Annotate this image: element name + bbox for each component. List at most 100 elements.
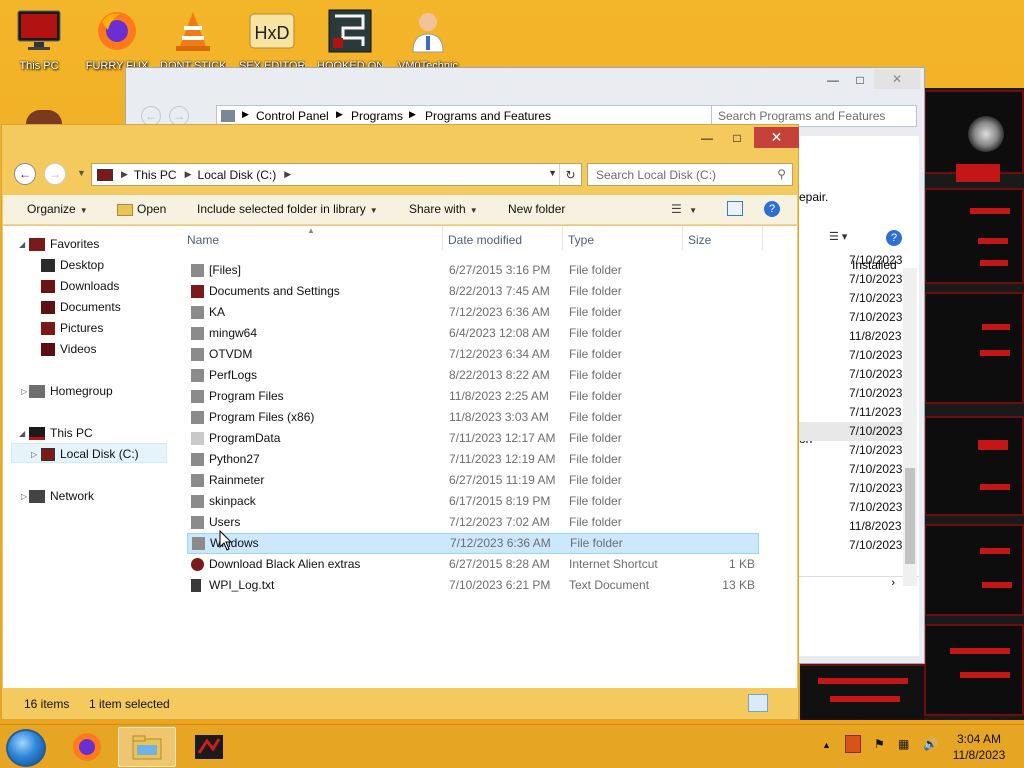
list-item[interactable]: 7/11/2023 xyxy=(799,403,916,422)
table-row[interactable]: KA 7/12/2023 6:36 AM File folder xyxy=(187,302,759,323)
desktop-icon-sex-editor[interactable]: HxD SEX EDITOR xyxy=(239,6,305,72)
table-row[interactable]: Rainmeter 6/27/2015 11:19 AM File folder xyxy=(187,470,759,491)
list-item[interactable]: 7/10/2023 xyxy=(799,365,916,384)
file-explorer-window[interactable]: — □ ✕ ← → ▼ ▶ This PC ▶ Local Disk (C:) … xyxy=(1,124,799,720)
taskbar-control-panel[interactable] xyxy=(180,727,238,767)
nav-network[interactable]: Network xyxy=(29,486,94,506)
refresh-icon[interactable]: ↻ xyxy=(559,164,581,185)
details-view-button[interactable] xyxy=(748,694,768,712)
column-header-type[interactable]: Type xyxy=(568,233,594,247)
table-row[interactable]: ProgramData 7/11/2023 12:17 AM File folder xyxy=(187,428,759,449)
new-folder-button[interactable]: New folder xyxy=(508,202,565,216)
table-row[interactable]: Documents and Settings 8/22/2013 7:45 AM F… xyxy=(187,281,759,302)
address-dropdown-chevron-icon[interactable]: ▼ xyxy=(548,168,557,178)
nav-pictures[interactable]: Pictures xyxy=(41,318,103,338)
view-options-icon[interactable]: ☰ ▾ xyxy=(829,230,847,243)
table-row[interactable]: mingw64 6/4/2023 12:08 AM File folder xyxy=(187,323,759,344)
large-icons-view-button[interactable] xyxy=(771,694,791,712)
list-item[interactable]: 7/10/2023 xyxy=(799,384,916,403)
change-view-icon[interactable]: ☰ ▼ xyxy=(671,202,697,216)
desktop-icon-vm0technic[interactable]: VM0Technic xyxy=(395,6,461,72)
open-button[interactable]: Open xyxy=(117,202,166,216)
list-item[interactable]: 11/8/2023 xyxy=(799,517,916,536)
nav-documents[interactable]: Documents xyxy=(41,297,121,317)
breadcrumb-programs-and-features[interactable]: Programs and Features xyxy=(425,109,551,123)
preview-pane-icon[interactable] xyxy=(727,201,743,216)
nav-desktop[interactable]: Desktop xyxy=(41,255,104,275)
organize-button[interactable]: Organize ▼ xyxy=(27,202,88,216)
close-button[interactable]: ✕ xyxy=(754,127,799,148)
column-header-size[interactable]: Size xyxy=(688,233,711,247)
desktop-icon-furry-fux[interactable]: FURRY FUX xyxy=(84,6,150,72)
forward-button[interactable]: → xyxy=(169,106,189,126)
forward-button[interactable]: → xyxy=(44,163,66,185)
volume-icon[interactable]: 🔊 xyxy=(923,737,938,751)
list-item[interactable]: 7/10/2023 xyxy=(799,479,916,498)
show-hidden-icons-chevron-icon[interactable]: ▲ xyxy=(822,740,831,750)
minimize-button[interactable]: — xyxy=(692,128,722,148)
v-scrollbar[interactable] xyxy=(903,268,917,586)
table-row[interactable]: WPI_Log.txt 7/10/2023 6:21 PM Text Documen… xyxy=(187,575,759,596)
list-item[interactable]: 7/10/2023 xyxy=(799,308,916,327)
table-row[interactable]: Download Black Alien extras 6/27/2015 8:2… xyxy=(187,554,759,575)
include-in-library-button[interactable]: Include selected folder in library ▼ xyxy=(197,202,378,216)
search-input[interactable]: Search Local Disk (C:) ⚲ xyxy=(587,163,793,186)
table-row[interactable]: Program Files 11/8/2023 2:25 AM File folde… xyxy=(187,386,759,407)
address-bar[interactable]: ▶ This PC ▶ Local Disk (C:) ▶ ▼ ↻ xyxy=(91,163,582,186)
nav-homegroup[interactable]: Homegroup xyxy=(29,381,113,401)
table-row[interactable]: Users 7/12/2023 7:02 AM File folder xyxy=(187,512,759,533)
breadcrumb-control-panel[interactable]: Control Panel xyxy=(256,109,329,123)
list-item[interactable]: 7/10/2023 xyxy=(799,422,916,441)
list-item[interactable]: 7/10/2023 xyxy=(799,346,916,365)
table-row[interactable]: OTVDM 7/12/2023 6:34 AM File folder xyxy=(187,344,759,365)
expand-local-disk-icon[interactable]: ▷ xyxy=(31,450,37,459)
tray-app-icon[interactable] xyxy=(845,735,861,753)
expand-homegroup-icon[interactable]: ▷ xyxy=(21,387,27,396)
back-button[interactable]: ← xyxy=(14,163,36,185)
expand-this-pc-icon[interactable]: ◢ xyxy=(19,429,25,438)
help-icon[interactable]: ? xyxy=(886,230,902,246)
search-icon[interactable]: ⚲ xyxy=(777,167,786,181)
desktop-icon-hooked-on[interactable]: HOOKED ON xyxy=(317,6,383,72)
help-icon[interactable]: ? xyxy=(764,201,780,217)
taskbar-firefox[interactable] xyxy=(58,727,116,767)
recent-locations-chevron-icon[interactable]: ▼ xyxy=(77,168,86,178)
start-button[interactable] xyxy=(6,729,46,767)
list-item[interactable]: 7/10/2023 xyxy=(799,460,916,479)
breadcrumb-local-disk[interactable]: Local Disk (C:) xyxy=(198,168,277,182)
table-row[interactable]: Python27 7/11/2023 12:19 AM File folder xyxy=(187,449,759,470)
maximize-button[interactable]: □ xyxy=(722,128,752,148)
back-button[interactable]: ← xyxy=(141,106,161,126)
table-row[interactable]: PerfLogs 8/22/2013 8:22 AM File folder xyxy=(187,365,759,386)
window-titlebar[interactable]: — □ ✕ xyxy=(126,68,924,95)
nav-this-pc[interactable]: This PC xyxy=(29,423,93,443)
maximize-button[interactable]: □ xyxy=(846,70,874,90)
expand-network-icon[interactable]: ▷ xyxy=(21,492,27,501)
list-item[interactable]: 7/10/2023 xyxy=(799,441,916,460)
nav-local-disk[interactable]: Local Disk (C:) xyxy=(41,444,139,464)
scrollbar-thumb[interactable] xyxy=(905,468,915,564)
table-row-selected[interactable]: Windows 7/12/2023 6:36 AM File folder xyxy=(187,533,759,554)
column-header-name[interactable]: Name xyxy=(187,233,219,247)
desktop-icon-this-pc[interactable]: This PC xyxy=(6,6,72,72)
breadcrumb-this-pc[interactable]: This PC xyxy=(134,168,177,182)
nav-videos[interactable]: Videos xyxy=(41,339,96,359)
network-icon[interactable]: ▦ xyxy=(898,737,909,751)
list-item[interactable]: 7/10/2023 xyxy=(799,498,916,517)
table-row[interactable]: [Files] 6/27/2015 3:16 PM File folder xyxy=(187,260,759,281)
nav-downloads[interactable]: Downloads xyxy=(41,276,119,296)
action-center-flag-icon[interactable]: ⚑ xyxy=(874,737,885,751)
share-with-button[interactable]: Share with ▼ xyxy=(409,202,478,216)
table-row[interactable]: skinpack 6/17/2015 8:19 PM File folder xyxy=(187,491,759,512)
taskbar-file-explorer[interactable] xyxy=(118,727,176,767)
minimize-button[interactable]: — xyxy=(819,70,847,90)
system-clock[interactable]: 3:04 AM 11/8/2023 xyxy=(944,731,1014,763)
close-button[interactable]: ✕ xyxy=(874,69,920,89)
breadcrumb-programs[interactable]: Programs xyxy=(351,109,403,123)
list-item[interactable]: 7/10/2023 xyxy=(799,289,916,308)
nav-favorites[interactable]: Favorites xyxy=(29,234,99,254)
list-item[interactable]: 7/10/2023 xyxy=(799,251,916,270)
table-row[interactable]: Program Files (x86) 11/8/2023 3:03 AM File… xyxy=(187,407,759,428)
window-titlebar[interactable] xyxy=(2,125,798,155)
list-item[interactable]: 7/10/2023 xyxy=(799,270,916,289)
